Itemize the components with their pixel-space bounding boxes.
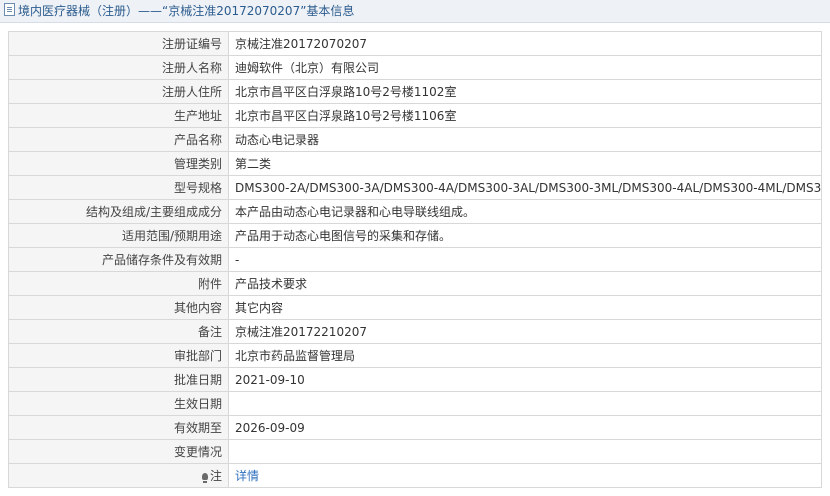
page-title: 境内医疗器械（注册）——“京械注准20172070207”基本信息 bbox=[18, 4, 355, 18]
row-value: 其它内容 bbox=[228, 295, 822, 320]
row-label: 变更情况 bbox=[8, 439, 229, 464]
table-row: 生产地址 北京市昌平区白浮泉路10号2号楼1106室 bbox=[8, 103, 822, 128]
row-label: 管理类别 bbox=[8, 151, 229, 176]
table-row: 附件 产品技术要求 bbox=[8, 271, 822, 296]
table-row: 适用范围/预期用途 产品用于动态心电图信号的采集和存储。 bbox=[8, 223, 822, 248]
row-label: 备注 bbox=[8, 319, 229, 344]
row-label: 批准日期 bbox=[8, 367, 229, 392]
note-value-cell: 详情 bbox=[228, 463, 822, 488]
note-row: 注 详情 bbox=[8, 463, 822, 488]
row-label: 产品名称 bbox=[8, 127, 229, 152]
table-row: 注册人名称 迪姆软件（北京）有限公司 bbox=[8, 55, 822, 80]
row-label: 型号规格 bbox=[8, 175, 229, 200]
row-label: 附件 bbox=[8, 271, 229, 296]
table-row: 管理类别 第二类 bbox=[8, 151, 822, 176]
row-label: 有效期至 bbox=[8, 415, 229, 440]
table-row: 审批部门 北京市药品监督管理局 bbox=[8, 343, 822, 368]
row-value: 迪姆软件（北京）有限公司 bbox=[228, 55, 822, 80]
page-title-bar: 境内医疗器械（注册）——“京械注准20172070207”基本信息 bbox=[0, 0, 830, 23]
info-table: 注册证编号 京械注准20172070207 注册人名称 迪姆软件（北京）有限公司… bbox=[8, 31, 822, 488]
row-label: 注册证编号 bbox=[8, 31, 229, 56]
row-label: 结构及组成/主要组成成分 bbox=[8, 199, 229, 224]
row-value: DMS300-2A/DMS300-3A/DMS300-4A/DMS300-3AL… bbox=[228, 175, 822, 200]
row-value: 北京市昌平区白浮泉路10号2号楼1106室 bbox=[228, 103, 822, 128]
row-label: 注册人住所 bbox=[8, 79, 229, 104]
row-value: 动态心电记录器 bbox=[228, 127, 822, 152]
row-value: 京械注准20172210207 bbox=[228, 319, 822, 344]
row-value bbox=[228, 439, 822, 464]
table-row: 注册证编号 京械注准20172070207 bbox=[8, 31, 822, 56]
details-link[interactable]: 详情 bbox=[235, 469, 259, 483]
table-row: 有效期至 2026-09-09 bbox=[8, 415, 822, 440]
row-value: 2021-09-10 bbox=[228, 367, 822, 392]
row-value: 产品技术要求 bbox=[228, 271, 822, 296]
row-label: 产品储存条件及有效期 bbox=[8, 247, 229, 272]
table-row: 型号规格 DMS300-2A/DMS300-3A/DMS300-4A/DMS30… bbox=[8, 175, 822, 200]
row-value: 2026-09-09 bbox=[228, 415, 822, 440]
table-row: 备注 京械注准20172210207 bbox=[8, 319, 822, 344]
row-label: 注册人名称 bbox=[8, 55, 229, 80]
lightbulb-icon bbox=[201, 473, 208, 483]
row-value: 北京市昌平区白浮泉路10号2号楼1102室 bbox=[228, 79, 822, 104]
row-value: 产品用于动态心电图信号的采集和存储。 bbox=[228, 223, 822, 248]
table-row: 生效日期 bbox=[8, 391, 822, 416]
row-value bbox=[228, 391, 822, 416]
note-label: 注 bbox=[209, 469, 222, 483]
row-label: 审批部门 bbox=[8, 343, 229, 368]
row-label: 生效日期 bbox=[8, 391, 229, 416]
row-value: 第二类 bbox=[228, 151, 822, 176]
table-row: 产品储存条件及有效期 - bbox=[8, 247, 822, 272]
row-value: 本产品由动态心电记录器和心电导联线组成。 bbox=[228, 199, 822, 224]
row-value: 京械注准20172070207 bbox=[228, 31, 822, 56]
table-row: 结构及组成/主要组成成分 本产品由动态心电记录器和心电导联线组成。 bbox=[8, 199, 822, 224]
table-row: 其他内容 其它内容 bbox=[8, 295, 822, 320]
row-label: 生产地址 bbox=[8, 103, 229, 128]
document-icon bbox=[4, 3, 15, 16]
table-row: 产品名称 动态心电记录器 bbox=[8, 127, 822, 152]
note-label-cell: 注 bbox=[8, 463, 229, 488]
row-value: - bbox=[228, 247, 822, 272]
row-label: 适用范围/预期用途 bbox=[8, 223, 229, 248]
table-row: 注册人住所 北京市昌平区白浮泉路10号2号楼1102室 bbox=[8, 79, 822, 104]
row-label: 其他内容 bbox=[8, 295, 229, 320]
table-row: 变更情况 bbox=[8, 439, 822, 464]
table-row: 批准日期 2021-09-10 bbox=[8, 367, 822, 392]
row-value: 北京市药品监督管理局 bbox=[228, 343, 822, 368]
